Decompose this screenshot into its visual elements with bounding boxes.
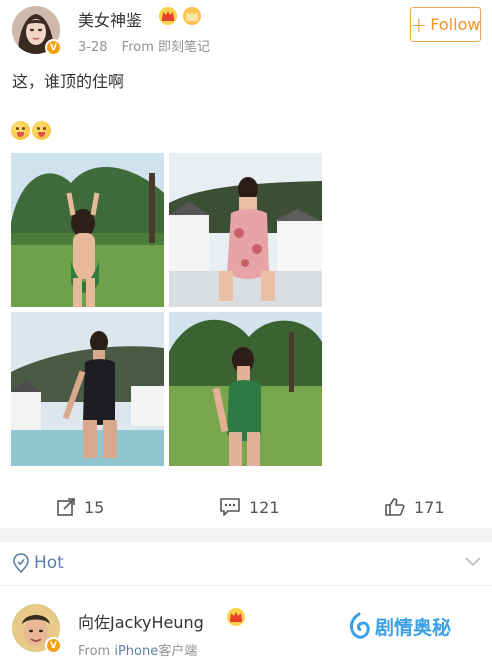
photo-thumbnail[interactable] <box>169 312 322 466</box>
hot-sort-label: Hot <box>12 553 64 573</box>
follow-label: Follow <box>430 15 481 34</box>
post-text: 这，谁顶的住啊 <box>12 72 125 91</box>
source-suffix: 客户端 <box>158 644 198 659</box>
thumbs-up-icon <box>385 498 405 516</box>
author-name[interactable]: 美女神鉴 <box>78 7 142 31</box>
commenter-name[interactable]: 向佐JackyHeung <box>78 609 204 633</box>
verified-badge-icon: V <box>45 637 62 654</box>
plus-icon: + <box>410 12 428 37</box>
verified-badge-icon: V <box>45 39 62 56</box>
hot-label: Hot <box>34 553 64 573</box>
crown-icon <box>158 6 178 26</box>
crown-icon <box>227 608 245 626</box>
photo-thumbnail[interactable] <box>11 312 164 466</box>
photo-thumbnail[interactable] <box>169 153 322 307</box>
photo-grid <box>11 153 322 467</box>
vip-crown-icon <box>182 6 202 26</box>
watermark-text: 剧情奥秘 <box>375 616 452 639</box>
photo-thumbnail[interactable] <box>11 153 164 307</box>
tongue-emoji-icon <box>32 121 51 140</box>
chevron-down-icon[interactable] <box>464 556 482 568</box>
post-header: V 美女神鉴 3-28 From 即刻笔记 + Follow <box>0 0 492 60</box>
section-divider <box>0 528 492 542</box>
share-icon <box>57 498 75 516</box>
author-avatar[interactable]: V <box>12 6 62 56</box>
action-bar: 15 121 171 <box>0 486 492 528</box>
member-badges <box>158 6 202 26</box>
tongue-emoji-icon <box>11 121 30 140</box>
comment-count: 121 <box>249 497 280 517</box>
hot-comments-header[interactable]: Hot <box>0 542 492 586</box>
follow-button[interactable]: + Follow <box>410 7 481 42</box>
watermark: 剧情奥秘 <box>347 612 451 640</box>
post-meta: 3-28 From 即刻笔记 <box>78 36 210 55</box>
emoji-row <box>11 121 51 140</box>
commenter-avatar[interactable]: V <box>12 604 62 654</box>
watermark-logo-icon <box>349 612 370 639</box>
repost-button[interactable]: 15 <box>56 486 104 528</box>
like-count: 171 <box>414 497 445 517</box>
like-button[interactable]: 171 <box>384 486 445 528</box>
location-pin-icon <box>13 553 29 573</box>
post-date: 3-28 <box>78 40 108 55</box>
device-link[interactable]: iPhone <box>114 644 158 659</box>
comment-icon <box>220 498 240 516</box>
source-prefix: From <box>78 644 115 659</box>
comment-button[interactable]: 121 <box>219 486 280 528</box>
repost-count: 15 <box>84 497 105 517</box>
comment-source: From iPhone客户端 <box>78 640 197 659</box>
post-source: From 即刻笔记 <box>121 40 210 55</box>
